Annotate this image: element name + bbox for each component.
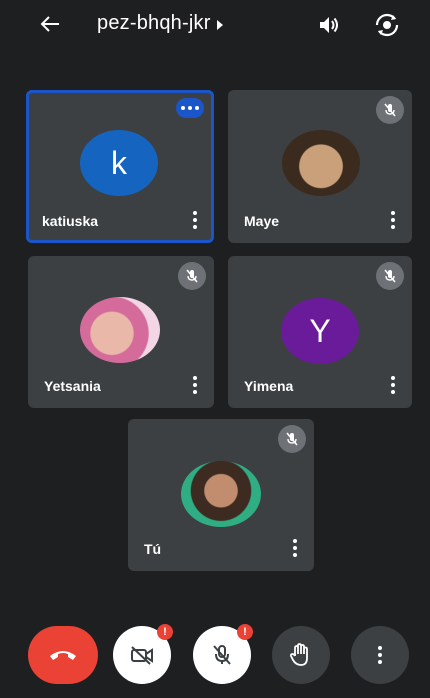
video-off-icon bbox=[131, 646, 153, 665]
avatar: k bbox=[80, 130, 158, 196]
end-call-button[interactable] bbox=[28, 626, 98, 684]
meeting-code-button[interactable]: pez-bhqh-jkr bbox=[97, 12, 223, 35]
more-options-button[interactable] bbox=[351, 626, 409, 684]
avatar-photo bbox=[181, 461, 261, 527]
raise-hand-icon bbox=[290, 643, 308, 666]
participant-tile-katiuska[interactable]: k katiuska bbox=[26, 90, 214, 243]
avatar-photo bbox=[80, 297, 160, 363]
call-controls: ! ! bbox=[0, 624, 430, 686]
back-arrow-icon[interactable] bbox=[36, 10, 64, 38]
mic-alert-badge: ! bbox=[237, 624, 253, 640]
mic-off-icon bbox=[376, 96, 404, 124]
more-vert-icon[interactable] bbox=[192, 376, 198, 394]
more-vert-icon[interactable] bbox=[192, 211, 198, 229]
avatar-letter: k bbox=[111, 144, 127, 181]
avatar: Y bbox=[281, 298, 359, 364]
caret-right-icon bbox=[216, 19, 223, 30]
participant-tile-yetsania[interactable]: Yetsania bbox=[28, 256, 214, 408]
more-vert-icon[interactable] bbox=[390, 211, 396, 229]
more-vert-icon bbox=[377, 646, 383, 664]
participant-name: katiuska bbox=[42, 213, 99, 229]
switch-camera-icon[interactable] bbox=[372, 10, 402, 40]
mic-toggle-button[interactable]: ! bbox=[193, 624, 253, 684]
participant-tile-maye[interactable]: Maye bbox=[228, 90, 412, 243]
camera-toggle-button[interactable]: ! bbox=[113, 624, 173, 684]
participant-name: Yetsania bbox=[44, 378, 101, 394]
mic-off-icon bbox=[376, 262, 404, 290]
mic-off-icon bbox=[178, 262, 206, 290]
video-alert-badge: ! bbox=[157, 624, 173, 640]
mic-off-icon bbox=[213, 645, 231, 665]
top-bar: pez-bhqh-jkr bbox=[0, 0, 430, 52]
participant-tile-self[interactable]: Tú bbox=[128, 419, 314, 571]
phone-hangup-icon bbox=[50, 651, 76, 660]
participant-tile-yimena[interactable]: Y Yimena bbox=[228, 256, 412, 408]
raise-hand-button[interactable] bbox=[272, 626, 330, 684]
avatar-photo bbox=[282, 130, 360, 196]
speaker-icon[interactable] bbox=[316, 12, 342, 38]
mic-off-icon bbox=[278, 425, 306, 453]
avatar-letter: Y bbox=[309, 312, 331, 349]
more-vert-icon[interactable] bbox=[390, 376, 396, 394]
meeting-code: pez-bhqh-jkr bbox=[97, 12, 211, 34]
speaking-indicator-icon bbox=[176, 98, 204, 118]
participant-name: Yimena bbox=[244, 378, 294, 394]
participant-name: Maye bbox=[244, 213, 280, 229]
participant-name: Tú bbox=[144, 541, 162, 557]
more-vert-icon[interactable] bbox=[292, 539, 298, 557]
